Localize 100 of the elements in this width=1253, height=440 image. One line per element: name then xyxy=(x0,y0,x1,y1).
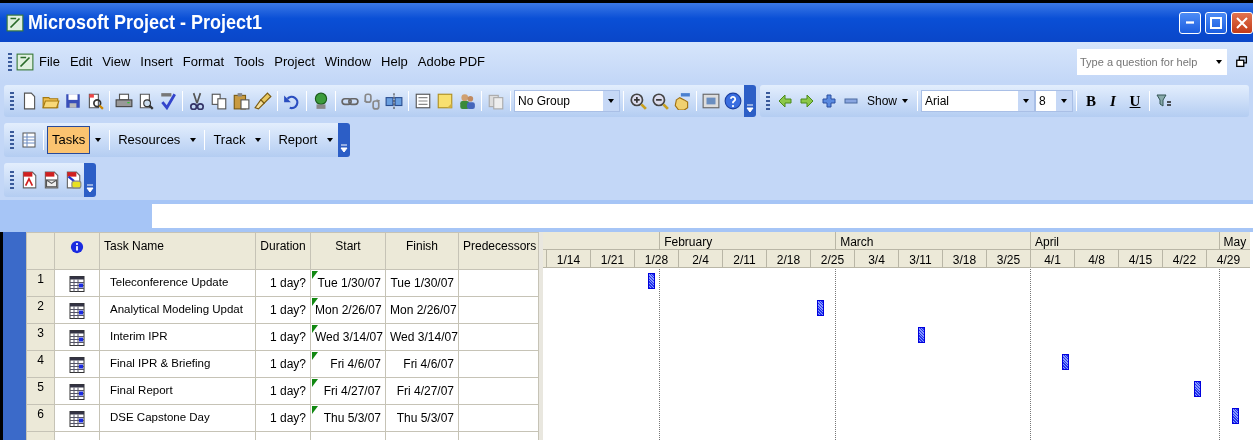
flag-icon xyxy=(312,406,318,414)
row-number: 4 xyxy=(37,353,44,367)
help-icon xyxy=(724,92,742,110)
row-number: 6 xyxy=(37,407,44,421)
guide-tab[interactable]: Report xyxy=(273,126,323,154)
menu-item[interactable]: Window xyxy=(319,50,377,74)
print-preview-icon xyxy=(137,92,155,110)
menu-item[interactable]: Edit xyxy=(64,50,98,74)
task-calendar-icon xyxy=(69,356,85,374)
task-information-icon xyxy=(414,92,432,110)
caret-icon xyxy=(1060,98,1069,104)
zoom-in-icon xyxy=(629,92,647,110)
help-search-field[interactable]: Type a question for help xyxy=(1077,49,1211,75)
underline-button[interactable]: U xyxy=(1124,90,1147,112)
menu-item[interactable]: Adobe PDF xyxy=(412,50,491,74)
menu-item[interactable]: Insert xyxy=(135,50,178,74)
menu-item[interactable]: Format xyxy=(177,50,229,74)
task-bar xyxy=(1232,408,1240,424)
chevron-icon xyxy=(86,184,94,193)
start-date: Mon 2/26/07 xyxy=(315,303,382,317)
caret-icon xyxy=(901,98,910,104)
month-label: March xyxy=(840,235,874,249)
spelling-check-icon xyxy=(159,92,177,110)
finish-date: Thu 5/3/07 xyxy=(396,411,454,425)
week-label: 4/22 xyxy=(1172,253,1197,267)
menu-item[interactable]: View xyxy=(97,50,136,74)
week-label: 3/25 xyxy=(996,253,1021,267)
italic-button[interactable]: I xyxy=(1102,90,1125,112)
duration-value: 1 day? xyxy=(269,276,306,290)
entry-field[interactable] xyxy=(152,204,1253,228)
task-calendar-icon xyxy=(69,329,85,347)
caret-icon xyxy=(607,98,615,104)
maximize-button[interactable] xyxy=(1205,11,1227,34)
zoom-out-button[interactable] xyxy=(649,90,671,112)
toolbar-options-button[interactable] xyxy=(84,163,96,197)
week-label: 2/25 xyxy=(820,253,845,267)
split-task-icon xyxy=(385,92,403,110)
column-header: Duration xyxy=(260,239,306,253)
arrow-left-icon xyxy=(777,93,793,109)
group-select[interactable]: No Group xyxy=(514,90,620,112)
month-label: February xyxy=(664,235,713,249)
menu-item[interactable]: Tools xyxy=(229,50,270,74)
close-button[interactable] xyxy=(1231,11,1253,34)
column-header: Task Name xyxy=(104,239,165,253)
menu-item[interactable]: Help xyxy=(376,50,413,74)
globe-link-icon xyxy=(312,92,330,110)
week-label: 4/29 xyxy=(1216,253,1241,267)
window-title: Microsoft Project - Project1 xyxy=(28,9,264,36)
zoom-out-icon xyxy=(651,92,669,110)
finish-date: Tue 1/30/07 xyxy=(390,276,454,290)
pdf-icon xyxy=(20,171,38,189)
font-select[interactable]: Arial xyxy=(921,90,1036,112)
week-label: 1/21 xyxy=(600,253,625,267)
flag-icon xyxy=(312,271,318,279)
split-task-button[interactable] xyxy=(383,90,405,112)
minimize-button[interactable] xyxy=(1179,11,1201,34)
guide-tab[interactable]: Tasks xyxy=(47,126,91,154)
zoom-in-button[interactable] xyxy=(627,90,649,112)
task-name: Interim IPR xyxy=(110,330,168,343)
bold-button[interactable]: B xyxy=(1080,90,1103,112)
menu-item[interactable]: File xyxy=(34,50,65,74)
copy-icon xyxy=(210,92,228,110)
task-calendar-icon xyxy=(69,383,85,401)
unlink-button[interactable] xyxy=(361,90,383,112)
flag-icon xyxy=(312,379,318,387)
note-icon xyxy=(436,92,454,110)
font-size-select[interactable]: 8 xyxy=(1035,90,1074,112)
row-number: 3 xyxy=(37,326,44,340)
chevron-icon xyxy=(746,104,754,113)
row-number: 5 xyxy=(37,380,44,394)
save-icon xyxy=(64,92,82,110)
people-icon xyxy=(458,92,476,110)
week-label: 4/15 xyxy=(1128,253,1153,267)
help-button[interactable] xyxy=(722,90,744,112)
caret-icon xyxy=(1215,59,1223,65)
scissors-icon xyxy=(188,92,206,110)
plus-icon xyxy=(821,93,837,109)
minimize-icon xyxy=(1186,21,1194,24)
row-number: 2 xyxy=(37,299,44,313)
caret-icon xyxy=(254,137,263,143)
month-label: May xyxy=(1223,235,1247,249)
show-button[interactable]: Show xyxy=(862,87,915,115)
menu-item[interactable]: Project xyxy=(269,50,320,74)
guide-tab[interactable]: Track xyxy=(208,126,251,154)
start-date: Fri 4/6/07 xyxy=(330,357,381,371)
dropdown-button[interactable] xyxy=(1211,49,1227,75)
toolbar-options-button[interactable] xyxy=(744,85,756,117)
paintbrush-button[interactable] xyxy=(252,90,274,112)
finish-date: Wed 3/14/07 xyxy=(390,330,458,344)
finish-date: Mon 2/26/07 xyxy=(390,303,457,317)
duration-value: 1 day? xyxy=(269,411,306,425)
gantt-chart-icon xyxy=(21,132,37,148)
toolbar-options-button[interactable] xyxy=(338,123,351,157)
week-label: 3/11 xyxy=(909,253,932,267)
column-header: Start xyxy=(335,239,361,253)
close-icon xyxy=(1236,16,1248,29)
guide-tab[interactable]: Resources xyxy=(113,126,186,154)
finish-date: Fri 4/27/07 xyxy=(396,384,454,398)
task-name: DSE Capstone Day xyxy=(110,411,210,424)
start-date: Tue 1/30/07 xyxy=(317,276,381,290)
